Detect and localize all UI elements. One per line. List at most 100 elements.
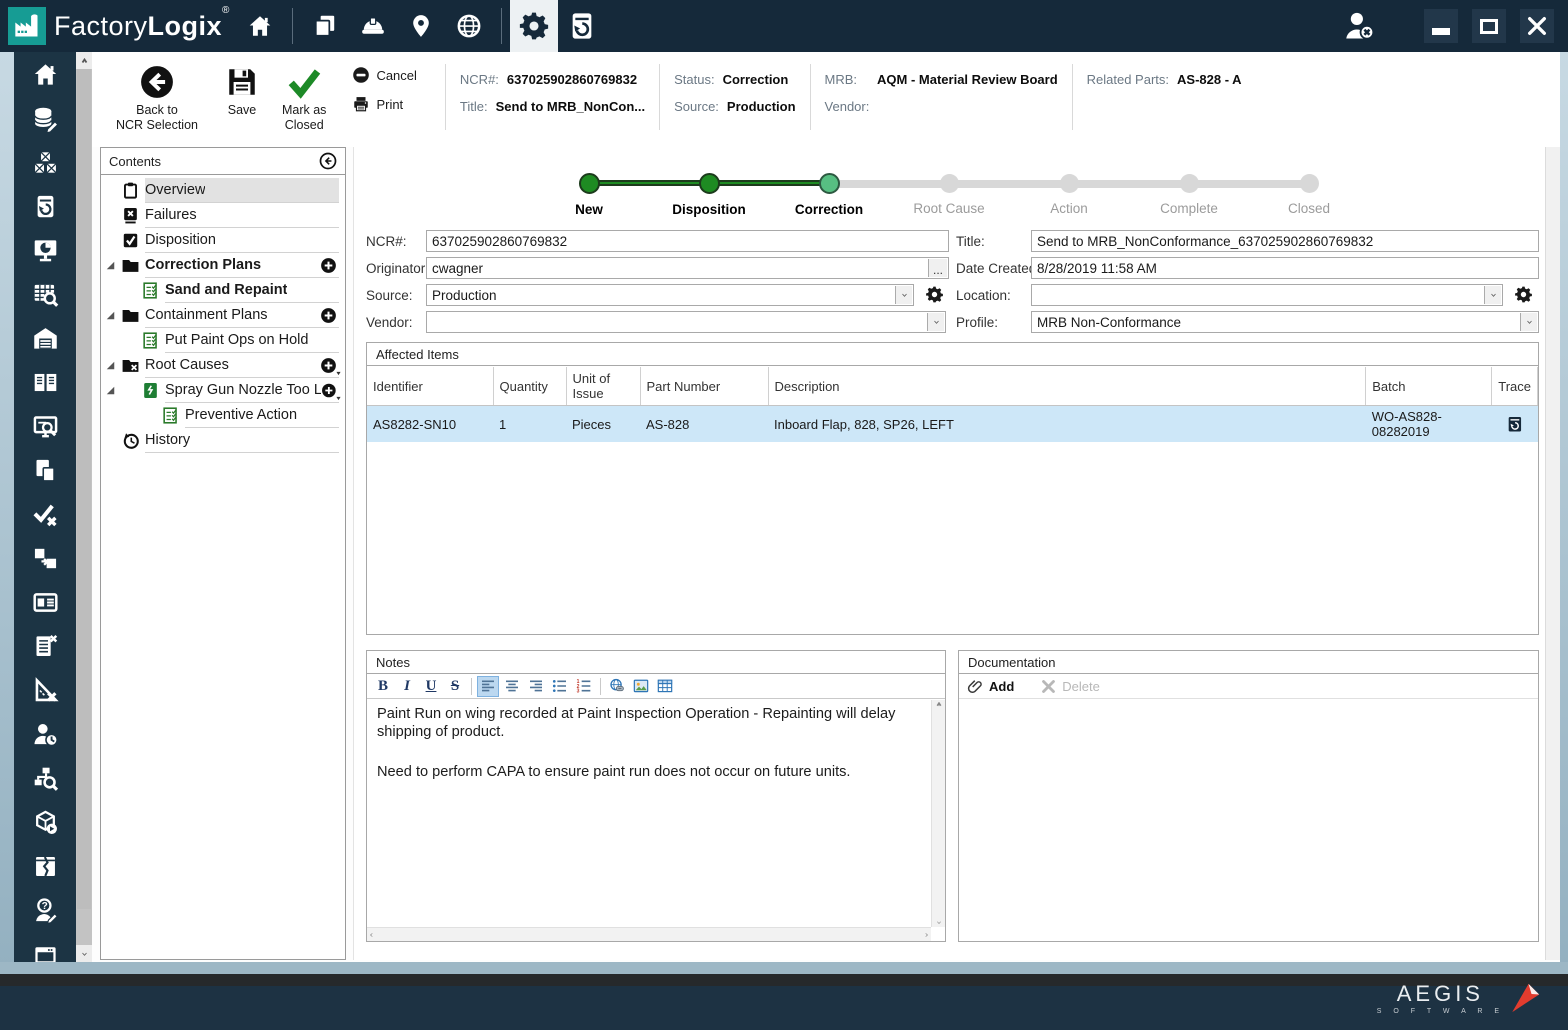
mark-as-closed-button[interactable]: Mark as Closed [282, 64, 326, 147]
scroll-down-icon[interactable] [932, 920, 945, 925]
tree-item-sand-and-repaint[interactable]: Sand and Repaint [101, 278, 345, 303]
profile-select[interactable]: MRB Non-Conformance [1031, 311, 1539, 333]
nav-hardhat-icon[interactable] [358, 11, 388, 41]
column-header-description[interactable]: Description [768, 367, 1367, 406]
logout-user-icon[interactable] [1342, 9, 1376, 43]
underline-button[interactable]: U [420, 676, 442, 697]
bold-button[interactable]: B [372, 676, 394, 697]
add-attachment-button[interactable]: Add [967, 678, 1014, 695]
source-settings-gear-icon[interactable] [925, 285, 944, 304]
sidebar-item-package-run[interactable] [14, 800, 76, 844]
expander-icon[interactable] [106, 261, 115, 270]
sidebar-item-verify[interactable] [14, 492, 76, 536]
expander-icon[interactable] [106, 386, 115, 395]
tree-item-put-paint-ops-on-hold[interactable]: Put Paint Ops on Hold [101, 328, 345, 353]
scroll-left-icon[interactable] [369, 928, 374, 941]
insert-link-button[interactable] [606, 676, 628, 697]
sidebar-item-terminal[interactable] [14, 932, 76, 962]
tree-item-history[interactable]: History [101, 428, 345, 453]
scroll-down-icon[interactable] [76, 945, 92, 962]
maximize-button[interactable] [1472, 9, 1506, 43]
expander-icon[interactable] [106, 361, 115, 370]
save-button[interactable]: Save [224, 64, 260, 147]
column-header-unit-of-issue[interactable]: Unit of Issue [566, 367, 641, 406]
column-header-identifier[interactable]: Identifier [367, 367, 494, 406]
sidebar-item-measure-remove[interactable] [14, 668, 76, 712]
add-button[interactable] [320, 257, 337, 274]
sidebar-item-dashboard[interactable] [14, 228, 76, 272]
cancel-button[interactable]: Cancel [352, 66, 417, 84]
tree-item-failures[interactable]: Failures [101, 203, 345, 228]
sidebar-scrollbar[interactable] [76, 52, 92, 962]
insert-table-button[interactable] [654, 676, 676, 697]
trace-icon[interactable] [1498, 416, 1532, 433]
originator-input[interactable]: cwagner ... [426, 257, 949, 279]
sidebar-item-id-card[interactable] [14, 580, 76, 624]
close-button[interactable] [1520, 9, 1554, 43]
affected-items-table[interactable]: Identifier Quantity Unit of Issue Part Numb… [367, 367, 1538, 442]
column-header-batch[interactable]: Batch [1365, 367, 1493, 406]
column-header-quantity[interactable]: Quantity [493, 367, 567, 406]
title-input[interactable]: Send to MRB_NonConformance_6370259028607… [1031, 230, 1539, 252]
ncr-input[interactable]: 637025902860769832 [426, 230, 949, 252]
bullet-list-button[interactable] [549, 676, 571, 697]
dropdown-arrow-icon[interactable] [1520, 313, 1537, 331]
tree-item-overview[interactable]: Overview [101, 178, 345, 203]
sidebar-item-home[interactable] [14, 52, 76, 96]
italic-button[interactable]: I [396, 676, 418, 697]
align-right-button[interactable] [525, 676, 547, 697]
originator-browse-button[interactable]: ... [928, 259, 947, 277]
sidebar-item-warehouse[interactable] [14, 316, 76, 360]
tree-item-correction-plans[interactable]: Correction Plans [101, 253, 345, 278]
sidebar-item-documents[interactable] [14, 448, 76, 492]
sidebar-item-database-edit[interactable] [14, 96, 76, 140]
sidebar-item-library[interactable] [14, 360, 76, 404]
main-scrollbar[interactable] [1545, 147, 1560, 960]
scroll-right-icon[interactable] [924, 928, 929, 941]
nav-home-icon[interactable] [245, 11, 275, 41]
column-header-trace[interactable]: Trace [1491, 367, 1538, 406]
collapse-panel-icon[interactable] [319, 152, 337, 170]
sidebar-item-list-remove[interactable] [14, 624, 76, 668]
nav-globe-icon[interactable] [454, 11, 484, 41]
sidebar-item-user-question[interactable]: ? [14, 888, 76, 932]
nav-tab-gear-icon[interactable] [509, 0, 558, 52]
sidebar-item-user-time[interactable] [14, 712, 76, 756]
documentation-list[interactable] [959, 700, 1538, 941]
date-created-input[interactable]: 8/28/2019 11:58 AM [1031, 257, 1539, 279]
location-select[interactable] [1031, 284, 1503, 306]
notes-horizontal-scrollbar[interactable] [367, 927, 931, 941]
sidebar-item-assembly[interactable] [14, 140, 76, 184]
location-settings-gear-icon[interactable] [1514, 285, 1533, 304]
sidebar-item-table-search[interactable] [14, 272, 76, 316]
nav-tab-device-restore-icon[interactable] [558, 0, 606, 52]
expander-icon[interactable] [106, 311, 115, 320]
nav-map-pin-icon[interactable] [406, 11, 436, 41]
align-center-button[interactable] [501, 676, 523, 697]
add-button[interactable] [320, 357, 341, 375]
dropdown-arrow-icon[interactable] [927, 313, 944, 331]
scroll-up-icon[interactable] [76, 52, 92, 69]
add-button[interactable] [320, 307, 337, 324]
align-left-button[interactable] [477, 675, 499, 697]
sidebar-item-transfer[interactable] [14, 536, 76, 580]
notes-editor[interactable]: Paint Run on wing recorded at Paint Insp… [367, 700, 931, 927]
minimize-button[interactable] [1424, 9, 1458, 43]
print-button[interactable]: Print [352, 95, 416, 113]
nav-pages-icon[interactable] [310, 11, 340, 41]
column-header-part-number[interactable]: Part Number [640, 367, 769, 406]
tree-item-preventive-action[interactable]: Preventive Action [101, 403, 345, 428]
vendor-select[interactable] [426, 311, 946, 333]
source-select[interactable]: Production [426, 284, 914, 306]
add-button[interactable] [321, 382, 341, 400]
strikethrough-button[interactable]: S [444, 676, 466, 697]
back-to-ncr-selection-button[interactable]: Back to NCR Selection [116, 64, 198, 147]
scroll-up-icon[interactable] [932, 702, 945, 707]
tree-item-disposition[interactable]: Disposition [101, 228, 345, 253]
scrollbar-thumb[interactable] [77, 69, 91, 909]
numbered-list-button[interactable]: 123 [573, 676, 595, 697]
dropdown-arrow-icon[interactable] [895, 286, 912, 304]
sidebar-item-org-search[interactable] [14, 756, 76, 800]
sidebar-item-device-restore[interactable] [14, 184, 76, 228]
delete-attachment-button[interactable]: Delete [1040, 678, 1100, 695]
